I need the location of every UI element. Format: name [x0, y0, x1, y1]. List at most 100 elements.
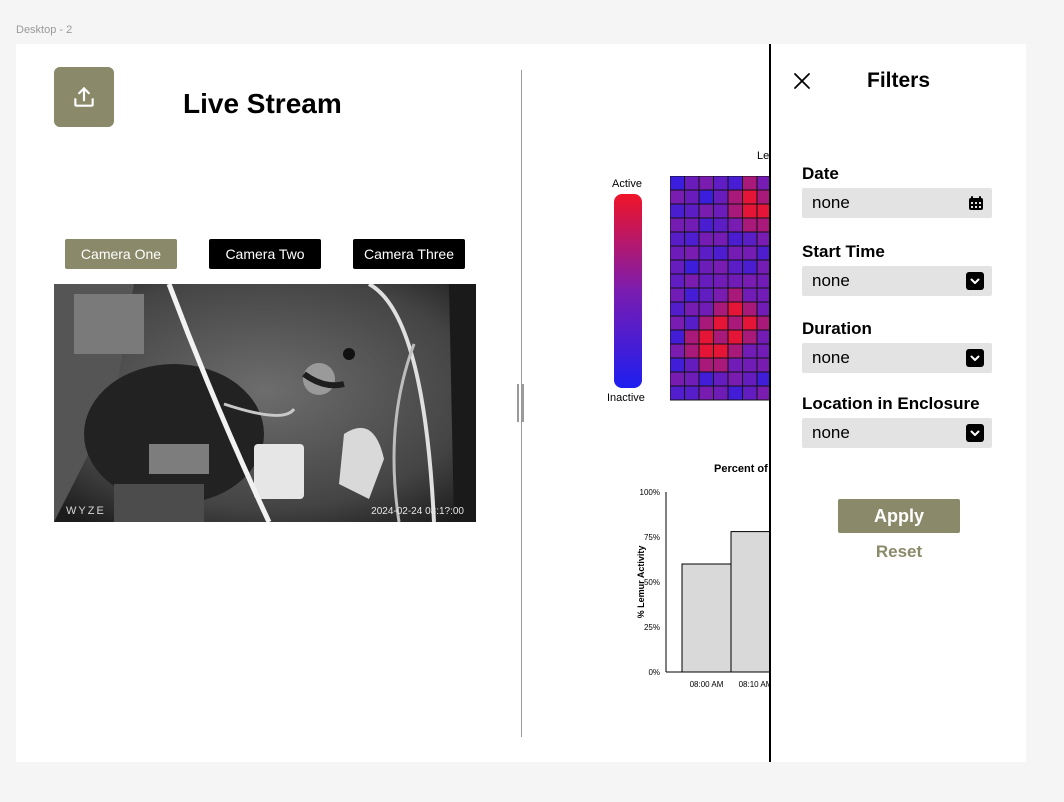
camera-one-button[interactable]: Camera One: [65, 239, 177, 269]
heatmap-cell: [713, 315, 729, 331]
heatmap-cell: [698, 203, 714, 219]
heatmap-cell: [670, 259, 685, 275]
chevron-down-icon[interactable]: [966, 424, 984, 442]
x-tick-label: 08:00 AM: [690, 680, 724, 689]
start-time-label: Start Time: [802, 242, 885, 261]
location-dropdown[interactable]: none: [802, 418, 992, 448]
upload-icon: [74, 87, 94, 107]
heatmap-cell: [684, 329, 700, 345]
heatmap-cell: [742, 203, 758, 219]
heatmap-cell: [713, 343, 729, 359]
camera-three-button[interactable]: Camera Three: [353, 239, 465, 269]
heatmap-cell: [742, 231, 758, 247]
heatmap-cell: [670, 273, 685, 289]
bar: [681, 563, 732, 673]
chevron-down-icon[interactable]: [966, 349, 984, 367]
legend-inactive-label: Inactive: [607, 392, 645, 404]
heatmap-cell: [698, 245, 714, 261]
heatmap-cell: [727, 385, 743, 401]
heatmap-cell: [698, 176, 714, 191]
reset-button[interactable]: Reset: [838, 542, 960, 562]
apply-button[interactable]: Apply: [838, 499, 960, 533]
y-tick-label: 50%: [644, 578, 660, 587]
date-value: none: [812, 193, 850, 212]
heatmap-cell: [670, 245, 685, 261]
heatmap-cell: [713, 287, 729, 303]
heatmap-cell: [727, 371, 743, 387]
heatmap-cell: [727, 176, 743, 191]
resize-handle[interactable]: [517, 384, 526, 422]
legend-active-label: Active: [612, 178, 642, 190]
heatmap-cell: [684, 357, 700, 373]
heatmap-cell: [742, 217, 758, 233]
heatmap-cell: [727, 343, 743, 359]
page-title: Live Stream: [183, 88, 342, 119]
heatmap-cell: [727, 273, 743, 289]
heatmap-cell: [684, 245, 700, 261]
heatmap-cell: [670, 301, 685, 317]
camera-two-button[interactable]: Camera Two: [209, 239, 321, 269]
heatmap-cell: [698, 385, 714, 401]
heatmap-cell: [727, 217, 743, 233]
heatmap-cell: [684, 371, 700, 387]
heatmap-cell: [670, 217, 685, 233]
heatmap-cell: [713, 203, 729, 219]
heatmap-cell: [684, 301, 700, 317]
location-value: none: [812, 423, 850, 442]
heatmap-cell: [698, 287, 714, 303]
heatmap-cell: [698, 301, 714, 317]
heatmap-cell: [727, 259, 743, 275]
heatmap-cell: [713, 245, 729, 261]
heatmap-cell: [670, 329, 685, 345]
heatmap-cell: [684, 315, 700, 331]
heatmap-cell: [742, 176, 758, 191]
heatmap-cell: [742, 301, 758, 317]
heatmap-cell: [713, 231, 729, 247]
date-field[interactable]: none: [802, 188, 992, 218]
heatmap-cell: [742, 259, 758, 275]
video-brand-watermark: WYZE: [66, 505, 106, 517]
camera-feed[interactable]: WYZE 2024-02-24 08:1?:00: [54, 284, 476, 522]
heatmap-cell: [698, 217, 714, 233]
heatmap-cell: [713, 329, 729, 345]
heatmap-cell: [698, 231, 714, 247]
heatmap-cell: [684, 231, 700, 247]
heatmap-cell: [698, 273, 714, 289]
heatmap-cell: [698, 371, 714, 387]
heatmap-cell: [742, 315, 758, 331]
chevron-down-icon[interactable]: [966, 272, 984, 290]
heatmap-cell: [684, 217, 700, 233]
heatmap-cell: [742, 189, 758, 205]
duration-label: Duration: [802, 319, 872, 338]
frame-label: Desktop - 2: [16, 24, 73, 36]
heatmap-cell: [727, 329, 743, 345]
heatmap-cell: [713, 273, 729, 289]
heatmap-cell: [670, 371, 685, 387]
heatmap-cell: [727, 203, 743, 219]
y-tick-label: 75%: [644, 533, 660, 542]
heatmap-cell: [684, 385, 700, 401]
heatmap-cell: [727, 301, 743, 317]
heatmap-cell: [727, 189, 743, 205]
start-time-dropdown[interactable]: none: [802, 266, 992, 296]
upload-button[interactable]: [54, 67, 114, 127]
heatmap-cell: [727, 287, 743, 303]
heatmap-cell: [713, 259, 729, 275]
heatmap-cell: [727, 231, 743, 247]
calendar-icon[interactable]: [968, 195, 984, 211]
close-filters-button[interactable]: [791, 70, 813, 92]
heatmap-cell: [727, 357, 743, 373]
heatmap-cell: [670, 357, 685, 373]
heatmap-cell: [698, 343, 714, 359]
heatmap-cell: [670, 203, 685, 219]
filters-title: Filters: [867, 69, 931, 92]
heatmap-cell: [742, 343, 758, 359]
duration-dropdown[interactable]: none: [802, 343, 992, 373]
heatmap-cell: [742, 385, 758, 401]
heatmap-cell: [684, 176, 700, 191]
heatmap-cell: [670, 343, 685, 359]
heatmap-cell: [742, 287, 758, 303]
heatmap-cell: [713, 371, 729, 387]
start-time-value: none: [812, 271, 850, 290]
camera-feed-image: [54, 284, 476, 522]
